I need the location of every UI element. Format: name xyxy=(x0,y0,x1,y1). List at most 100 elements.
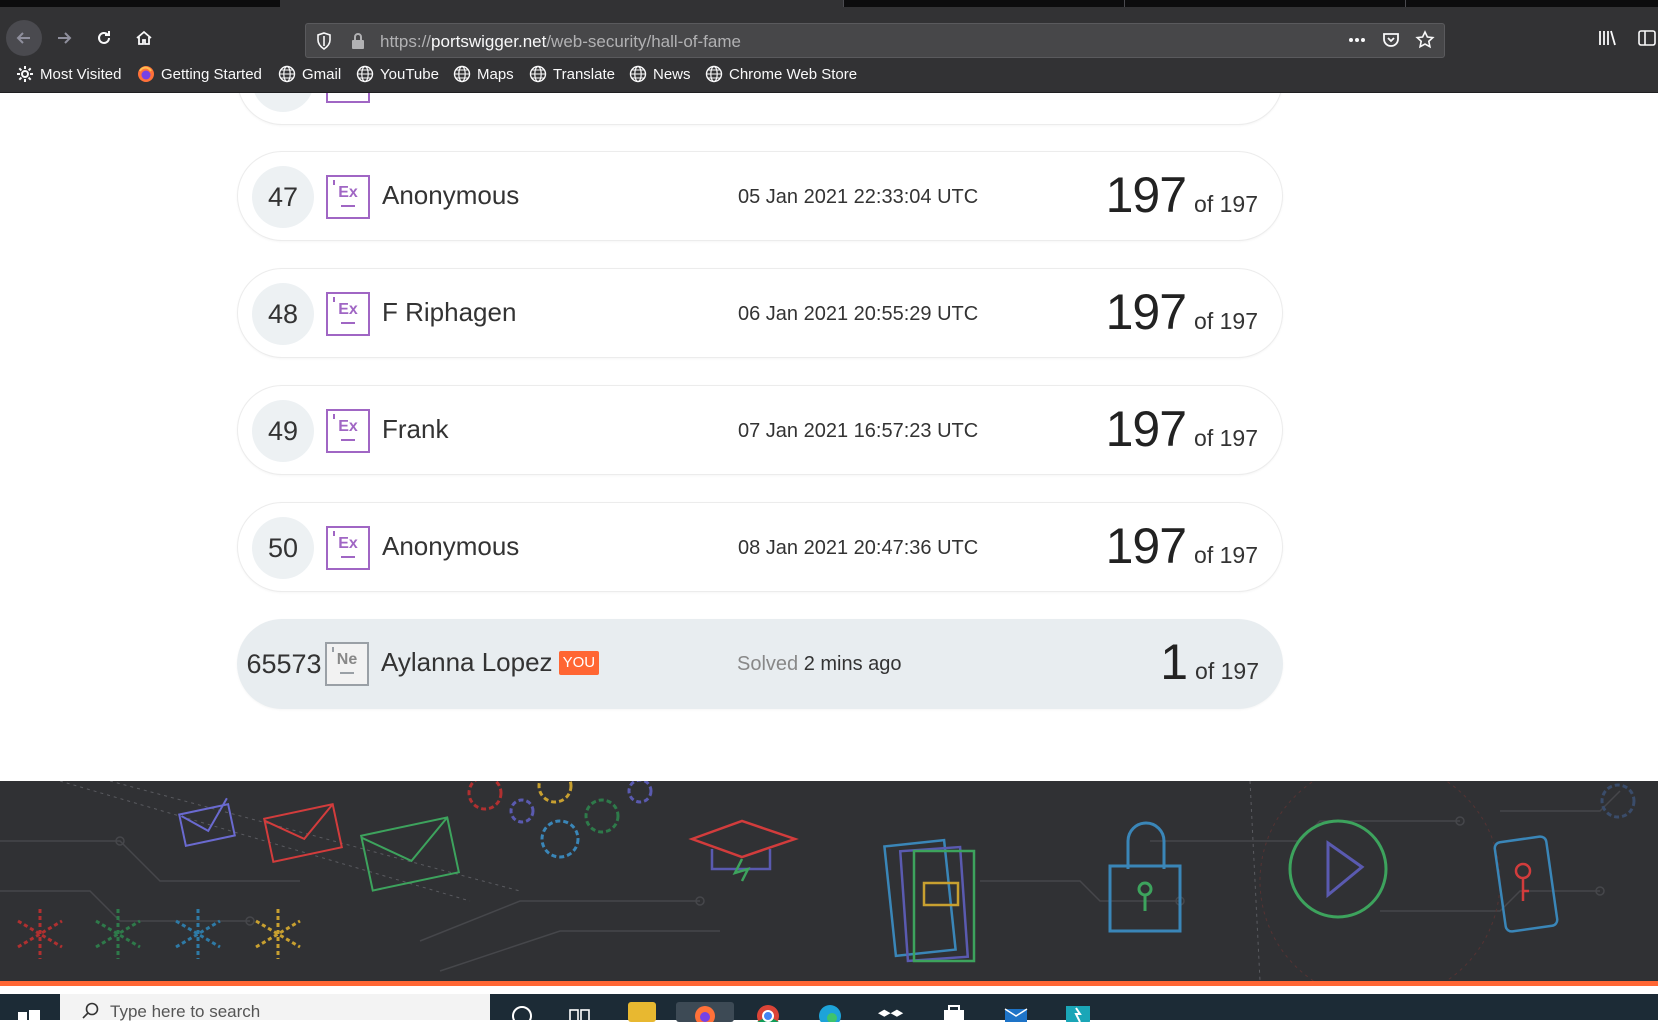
score: 197 of 197 xyxy=(1106,166,1258,224)
you-badge: YOU xyxy=(558,650,600,675)
tab-strip xyxy=(0,0,1658,7)
taskbar-gap xyxy=(0,986,1658,994)
tracking-shield-icon[interactable] xyxy=(314,31,334,51)
globe-icon xyxy=(356,65,374,83)
rank-number: 48 xyxy=(252,283,314,345)
table-row-partial xyxy=(237,93,1283,125)
dropbox-icon[interactable] xyxy=(878,1002,906,1022)
current-user-row: 65573 Ne Aylanna Lopez YOU Solved 2 mins… xyxy=(237,619,1283,709)
globe-icon xyxy=(278,65,296,83)
bookmark-label: Most Visited xyxy=(40,65,122,83)
bookmark-getting-started[interactable]: Getting Started xyxy=(137,65,262,83)
address-bar-actions xyxy=(1346,29,1436,51)
edge-icon[interactable] xyxy=(816,1002,844,1022)
burp-suite-icon[interactable] xyxy=(1064,1002,1092,1022)
globe-icon xyxy=(529,65,547,83)
tab-separator xyxy=(1124,0,1125,7)
bookmark-news[interactable]: News xyxy=(629,65,691,83)
bookmarks-toolbar: Most Visited Getting Started Gmail YouTu… xyxy=(0,60,1658,93)
bookmark-youtube[interactable]: YouTube xyxy=(356,65,439,83)
score-value: 197 xyxy=(1105,401,1187,457)
firefox-icon xyxy=(137,65,155,83)
globe-icon xyxy=(453,65,471,83)
score-total: of 197 xyxy=(1194,308,1258,334)
browser-toolbar: https://portswigger.net/web-security/hal… xyxy=(0,7,1658,67)
score-value: 197 xyxy=(1105,167,1187,223)
active-tab[interactable] xyxy=(280,0,843,7)
store-icon[interactable] xyxy=(940,1002,968,1022)
windows-taskbar: Type here to search xyxy=(0,994,1658,1026)
bookmark-label: YouTube xyxy=(380,65,439,83)
score-total: of 197 xyxy=(1195,658,1259,684)
completion-date: 06 Jan 2021 20:55:29 UTC xyxy=(738,303,979,325)
bookmark-translate[interactable]: Translate xyxy=(529,65,615,83)
newcomer-badge-icon: Ne xyxy=(325,642,369,686)
sidebar-icon[interactable] xyxy=(1636,27,1658,49)
bookmark-label: Gmail xyxy=(302,65,342,83)
reload-button[interactable] xyxy=(86,20,122,56)
page-actions-icon[interactable] xyxy=(1346,29,1368,51)
table-row: 49 Ex Frank 07 Jan 2021 16:57:23 UTC 197… xyxy=(237,385,1283,475)
rank-number: 50 xyxy=(252,517,314,579)
toolbar-right xyxy=(1596,27,1658,49)
bookmark-star-icon[interactable] xyxy=(1414,29,1436,51)
score: 197 of 197 xyxy=(1106,283,1258,341)
expert-badge-icon: Ex xyxy=(326,175,370,219)
rank-number: 47 xyxy=(252,166,314,228)
decorative-circuit-art xyxy=(0,781,1636,981)
completion-date: 07 Jan 2021 16:57:23 UTC xyxy=(738,420,979,442)
url-text[interactable]: https://portswigger.net/web-security/hal… xyxy=(380,32,741,52)
tab-separator xyxy=(843,0,844,7)
bookmark-chrome-web-store[interactable]: Chrome Web Store xyxy=(705,65,857,83)
file-explorer-icon[interactable] xyxy=(628,1002,656,1022)
user-name: Aylanna Lopez YOU xyxy=(381,647,600,678)
bookmark-label: Maps xyxy=(477,65,514,83)
library-icon[interactable] xyxy=(1596,27,1618,49)
score-total: of 197 xyxy=(1194,425,1258,451)
url-path: /web-security/hall-of-fame xyxy=(546,32,741,51)
bookmark-maps[interactable]: Maps xyxy=(453,65,514,83)
chrome-icon[interactable] xyxy=(754,1002,782,1022)
lock-icon[interactable] xyxy=(348,31,368,51)
address-bar[interactable]: https://portswigger.net/web-security/hal… xyxy=(305,23,1445,58)
globe-icon xyxy=(705,65,723,83)
mail-icon[interactable] xyxy=(1002,1002,1030,1022)
firefox-taskbar-icon[interactable] xyxy=(676,1002,734,1026)
rank-circle xyxy=(252,93,314,112)
user-name: Anonymous xyxy=(382,531,520,561)
windows-start-icon[interactable] xyxy=(18,1010,40,1020)
bookmark-most-visited[interactable]: Most Visited xyxy=(16,65,121,83)
user-name: Anonymous xyxy=(382,180,520,210)
score: 1 of 197 xyxy=(1160,633,1259,691)
solved-label: Solved xyxy=(737,653,799,675)
score-total: of 197 xyxy=(1194,191,1258,217)
score-total: of 197 xyxy=(1194,542,1258,568)
table-row: 47 Ex Anonymous 05 Jan 2021 22:33:04 UTC… xyxy=(237,151,1283,241)
bookmark-label: News xyxy=(653,65,691,83)
url-scheme: https:// xyxy=(380,32,432,51)
pocket-icon[interactable] xyxy=(1380,29,1402,51)
back-button[interactable] xyxy=(6,20,42,56)
bookmark-label: Getting Started xyxy=(161,65,262,83)
task-view-icon[interactable] xyxy=(566,1002,594,1022)
expert-badge-icon: Ex xyxy=(326,409,370,453)
completion-date: 05 Jan 2021 22:33:04 UTC xyxy=(738,186,979,208)
score: 197 of 197 xyxy=(1106,400,1258,458)
home-icon xyxy=(136,30,152,45)
taskbar-search[interactable]: Type here to search xyxy=(60,994,490,1021)
score-value: 197 xyxy=(1105,518,1187,574)
bookmark-label: Translate xyxy=(553,65,615,83)
expert-badge-icon: Ex xyxy=(326,526,370,570)
cortana-icon[interactable] xyxy=(508,1002,536,1022)
url-host: portswigger.net xyxy=(431,32,547,51)
rank-number: 65573 xyxy=(246,648,322,679)
score-value: 197 xyxy=(1105,284,1187,340)
reload-icon xyxy=(98,31,110,44)
home-button[interactable] xyxy=(126,20,162,56)
forward-button[interactable] xyxy=(46,20,82,56)
solved-time: 2 mins ago xyxy=(803,653,902,675)
globe-icon xyxy=(629,65,647,83)
solved-status: Solved 2 mins ago xyxy=(737,653,902,676)
level-badge xyxy=(326,93,370,103)
bookmark-gmail[interactable]: Gmail xyxy=(278,65,341,83)
